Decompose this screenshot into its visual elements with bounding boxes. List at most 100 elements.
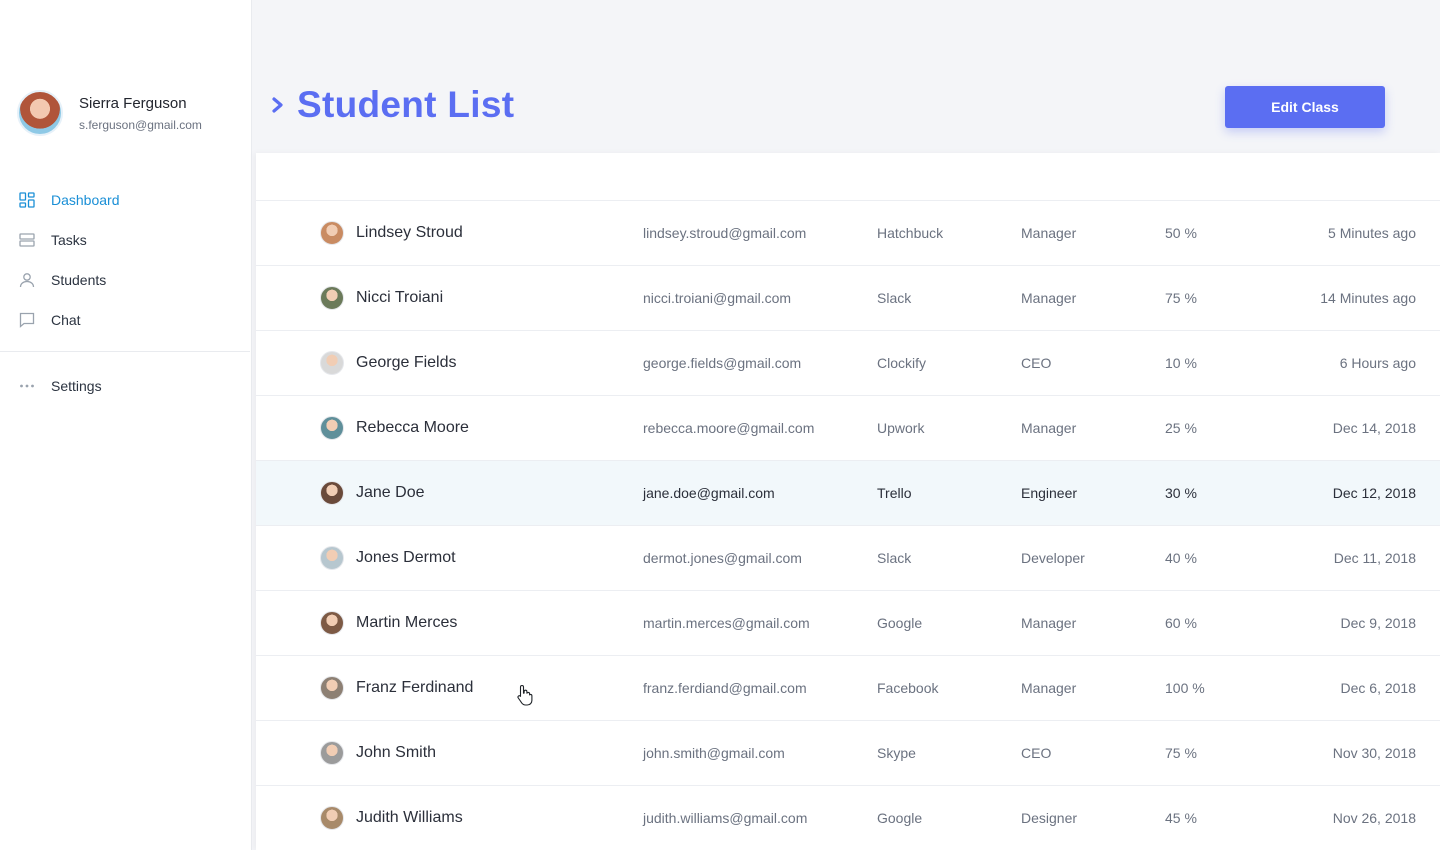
student-last-active-cell: 6 Hours ago	[1340, 331, 1416, 395]
table-row[interactable]: Martin Merces martin.merces@gmail.com Goog…	[256, 591, 1440, 656]
student-last-active: Dec 9, 2018	[1340, 615, 1417, 631]
table-row[interactable]: Jane Doe jane.doe@gmail.com Trello Engineer…	[256, 461, 1440, 526]
student-last-active-cell: 14 Minutes ago	[1320, 266, 1416, 330]
divider	[0, 351, 250, 352]
student-company: Skype	[877, 745, 916, 761]
student-company-cell: Slack	[877, 266, 911, 330]
student-progress-cell: 25 %	[1165, 396, 1197, 460]
avatar-cell	[320, 396, 344, 460]
student-role-cell: CEO	[1021, 331, 1051, 395]
avatar	[320, 546, 344, 570]
student-progress-cell: 60 %	[1165, 591, 1197, 655]
student-email: dermot.jones@gmail.com	[643, 550, 802, 566]
student-email: nicci.troiani@gmail.com	[643, 290, 792, 306]
avatar	[320, 286, 344, 310]
table-row[interactable]: Lindsey Stroud lindsey.stroud@gmail.com Ha…	[256, 201, 1440, 266]
table-row[interactable]: Judith Williams judith.williams@gmail.com…	[256, 786, 1440, 850]
student-email: martin.merces@gmail.com	[643, 615, 810, 631]
title-wrap: Student List	[269, 84, 514, 126]
sidebar-item-dashboard[interactable]: Dashboard	[0, 180, 250, 220]
student-role: Manager	[1021, 225, 1077, 241]
student-last-active: 5 Minutes ago	[1328, 225, 1416, 241]
student-role: Manager	[1021, 290, 1077, 306]
student-email-cell: george.fields@gmail.com	[643, 331, 801, 395]
avatar-cell	[320, 721, 344, 785]
hand-cursor-icon	[517, 684, 533, 706]
student-role-cell: Engineer	[1021, 461, 1077, 525]
student-progress: 100 %	[1165, 680, 1205, 696]
table-row[interactable]: John Smith john.smith@gmail.com Skype CEO 75…	[256, 721, 1440, 786]
sidebar-item-chat[interactable]: Chat	[0, 300, 250, 340]
avatar	[320, 806, 344, 830]
page-title: Student List	[297, 84, 515, 125]
student-role: CEO	[1021, 745, 1052, 761]
edit-class-button[interactable]: Edit Class	[1225, 86, 1385, 128]
avatar-cell	[320, 266, 344, 330]
profile-email: s.ferguson@gmail.com	[79, 117, 202, 132]
student-role-cell: Manager	[1021, 266, 1076, 330]
student-role-cell: Designer	[1021, 786, 1077, 850]
avatar	[320, 741, 344, 765]
student-name: Nicci Troiani	[356, 289, 444, 306]
student-email: jane.doe@gmail.com	[643, 485, 775, 501]
student-name-cell: Jane Doe	[356, 461, 425, 525]
student-last-active: 14 Minutes ago	[1320, 290, 1416, 306]
sidebar-item-label: Settings	[51, 378, 102, 394]
student-last-active-cell: Dec 9, 2018	[1341, 591, 1417, 655]
student-company: Slack	[877, 550, 912, 566]
student-company: Google	[877, 615, 923, 631]
student-progress: 40 %	[1165, 550, 1197, 566]
student-last-active: Dec 12, 2018	[1332, 485, 1416, 501]
student-company-cell: Trello	[877, 461, 912, 525]
app-root: Sierra Ferguson s.ferguson@gmail.com Das…	[0, 0, 1440, 850]
sidebar-item-settings[interactable]: Settings	[0, 366, 250, 406]
table-row[interactable]: George Fields george.fields@gmail.com Cloc…	[256, 331, 1440, 396]
table-row[interactable]: Jones Dermot dermot.jones@gmail.com Slack D…	[256, 526, 1440, 591]
user-profile[interactable]: Sierra Ferguson s.ferguson@gmail.com	[17, 90, 202, 136]
avatar	[320, 611, 344, 635]
table-header	[256, 153, 1440, 201]
table-row[interactable]: Nicci Troiani nicci.troiani@gmail.com Slac…	[256, 266, 1440, 331]
student-progress: 50 %	[1165, 225, 1197, 241]
student-email: george.fields@gmail.com	[643, 355, 802, 371]
profile-text: Sierra Ferguson s.ferguson@gmail.com	[79, 95, 202, 132]
student-email-cell: john.smith@gmail.com	[643, 721, 785, 785]
student-company-cell: Hatchbuck	[877, 201, 943, 265]
student-role-cell: Manager	[1021, 201, 1076, 265]
student-last-active-cell: Nov 26, 2018	[1333, 786, 1416, 850]
student-progress: 60 %	[1165, 615, 1197, 631]
user-icon	[19, 272, 35, 288]
student-company: Clockify	[877, 355, 927, 371]
table-row[interactable]: Rebecca Moore rebecca.moore@gmail.com Upwo…	[256, 396, 1440, 461]
chat-icon	[19, 312, 35, 328]
student-name-cell: Jones Dermot	[356, 526, 456, 590]
student-company-cell: Facebook	[877, 656, 938, 720]
student-last-active: Nov 30, 2018	[1332, 745, 1416, 761]
avatar	[320, 481, 344, 505]
student-last-active-cell: 5 Minutes ago	[1328, 201, 1416, 265]
sidebar-item-students[interactable]: Students	[0, 260, 250, 300]
student-name-cell: Judith Williams	[356, 786, 463, 850]
student-last-active-cell: Dec 11, 2018	[1334, 526, 1416, 590]
avatar	[320, 221, 344, 245]
student-progress-cell: 45 %	[1165, 786, 1197, 850]
student-progress-cell: 50 %	[1165, 201, 1197, 265]
student-role: Manager	[1021, 615, 1077, 631]
sidebar-item-label: Tasks	[51, 232, 87, 248]
student-role: Engineer	[1021, 485, 1078, 501]
table-row[interactable]: Franz Ferdinand franz.ferdiand@gmail.com F…	[256, 656, 1440, 721]
student-role: Manager	[1021, 680, 1077, 696]
student-last-active-cell: Dec 12, 2018	[1333, 461, 1416, 525]
student-role: Manager	[1021, 420, 1077, 436]
student-email-cell: judith.williams@gmail.com	[643, 786, 807, 850]
avatar[interactable]	[17, 90, 63, 136]
page-header: Student List Edit Class	[253, 0, 1440, 153]
avatar-cell	[320, 201, 344, 265]
student-company-cell: Clockify	[877, 331, 926, 395]
student-name: John Smith	[356, 744, 437, 761]
student-name: Jane Doe	[356, 484, 425, 501]
sidebar-item-tasks[interactable]: Tasks	[0, 220, 250, 260]
student-email: judith.williams@gmail.com	[643, 810, 808, 826]
student-last-active: Dec 11, 2018	[1333, 550, 1416, 566]
student-progress: 25 %	[1165, 420, 1197, 436]
